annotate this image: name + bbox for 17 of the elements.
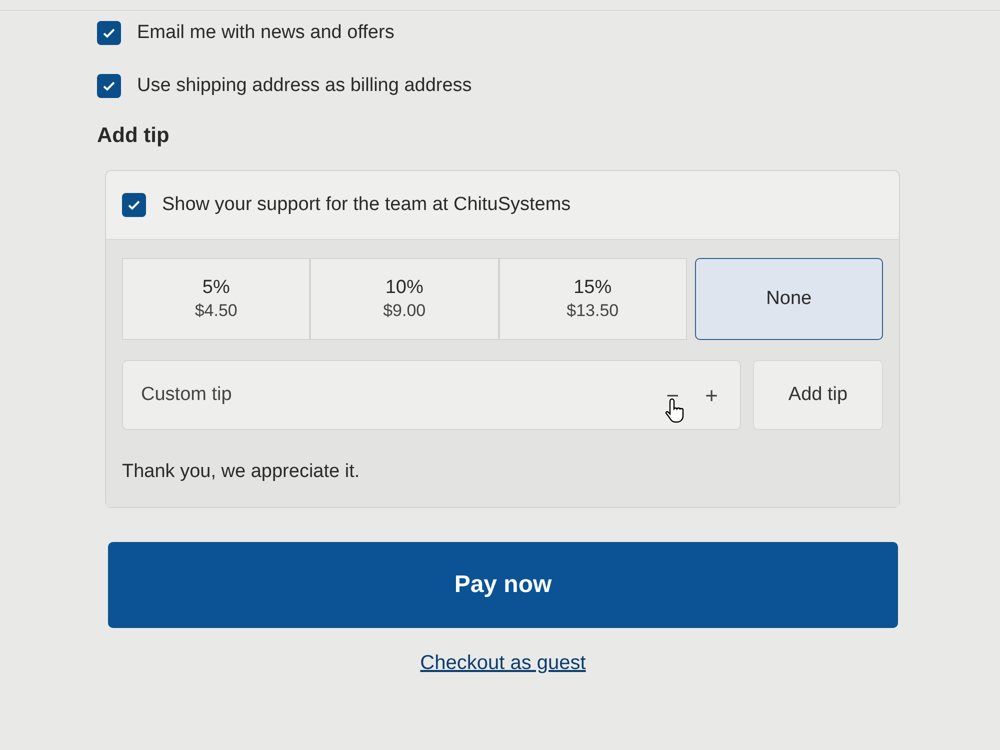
checkbox-label: Show your support for the team at ChituSystems xyxy=(162,192,571,216)
checkbox-label: Email me with news and offers xyxy=(137,21,394,45)
tip-option[interactable]: 10% $9.00 xyxy=(310,258,498,340)
increase-button[interactable]: + xyxy=(699,378,724,412)
tip-option[interactable]: 5% $4.50 xyxy=(122,258,310,340)
section-heading: Add tip xyxy=(97,123,170,149)
custom-tip-field[interactable]: Custom tip − + xyxy=(122,360,741,430)
checkbox[interactable] xyxy=(122,192,146,217)
checkbox[interactable] xyxy=(97,74,121,98)
thank-you-text: Thank you, we appreciate it. xyxy=(122,460,361,484)
checkbox[interactable] xyxy=(97,21,121,46)
checkout-as-guest-link[interactable]: Checkout as guest xyxy=(420,652,586,674)
add-tip-button[interactable]: Add tip xyxy=(753,360,883,430)
checkbox-label: Use shipping address as billing address xyxy=(137,74,472,98)
pay-now-button[interactable]: Pay now xyxy=(108,542,898,628)
tip-option[interactable]: None xyxy=(694,258,883,340)
tip-option[interactable]: 15% $13.50 xyxy=(498,258,687,340)
